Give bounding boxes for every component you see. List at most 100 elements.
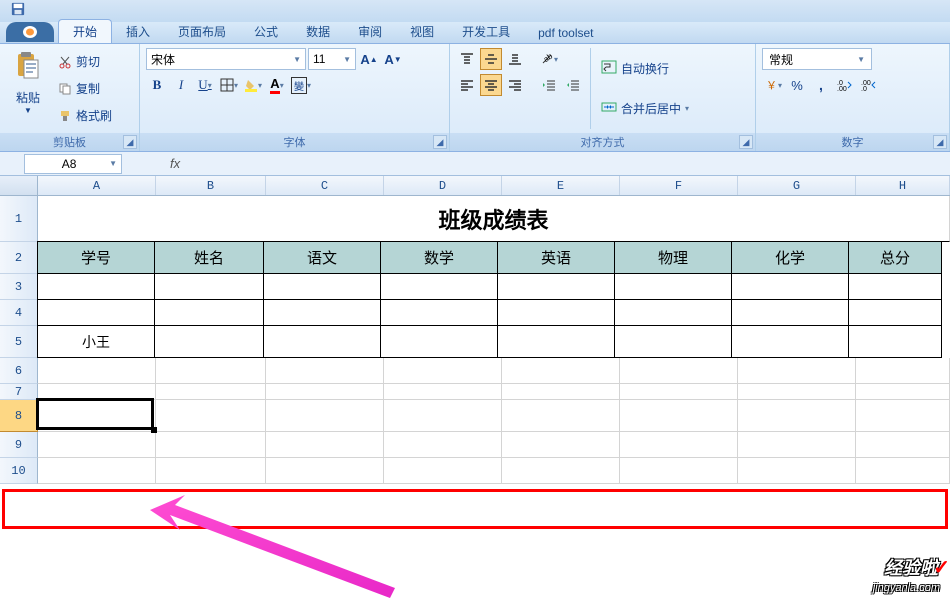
cell[interactable]: [154, 325, 264, 358]
paste-button[interactable]: 粘贴 ▼: [6, 48, 50, 129]
tab-view[interactable]: 视图: [396, 20, 448, 43]
col-header-f[interactable]: F: [620, 176, 738, 195]
cell[interactable]: 小王: [37, 325, 155, 358]
cell[interactable]: [738, 358, 856, 384]
cell[interactable]: [502, 384, 620, 400]
font-color-button[interactable]: A▾: [266, 74, 288, 96]
table-header[interactable]: 数学: [380, 241, 498, 274]
italic-button[interactable]: I: [170, 74, 192, 96]
cell[interactable]: [856, 400, 950, 432]
cell[interactable]: [614, 299, 732, 326]
cell[interactable]: [856, 384, 950, 400]
table-header[interactable]: 学号: [37, 241, 155, 274]
cell[interactable]: [497, 273, 615, 300]
cell[interactable]: [38, 432, 156, 458]
cell[interactable]: [738, 458, 856, 484]
cell[interactable]: [502, 432, 620, 458]
cell[interactable]: [37, 273, 155, 300]
align-right-button[interactable]: [504, 74, 526, 96]
table-header[interactable]: 总分: [848, 241, 942, 274]
cell[interactable]: [38, 384, 156, 400]
col-header-h[interactable]: H: [856, 176, 950, 195]
col-header-b[interactable]: B: [156, 176, 266, 195]
cell[interactable]: [614, 325, 732, 358]
cell[interactable]: [620, 358, 738, 384]
cell[interactable]: [37, 299, 155, 326]
cell[interactable]: [620, 458, 738, 484]
cell[interactable]: [738, 432, 856, 458]
row-header[interactable]: 10: [0, 458, 38, 484]
office-button[interactable]: [6, 22, 54, 42]
cell[interactable]: [266, 400, 384, 432]
format-painter-button[interactable]: 格式刷: [54, 105, 116, 126]
row-header[interactable]: 7: [0, 384, 38, 400]
orientation-button[interactable]: ab▾: [538, 48, 560, 70]
increase-indent-button[interactable]: [562, 74, 584, 96]
cell[interactable]: [156, 358, 266, 384]
table-header[interactable]: 英语: [497, 241, 615, 274]
align-middle-button[interactable]: [480, 48, 502, 70]
cell[interactable]: [154, 273, 264, 300]
col-header-a[interactable]: A: [38, 176, 156, 195]
cell[interactable]: [848, 299, 942, 326]
shrink-font-button[interactable]: A▼: [382, 48, 404, 70]
tab-insert[interactable]: 插入: [112, 20, 164, 43]
tab-home[interactable]: 开始: [58, 19, 112, 43]
cell[interactable]: [384, 400, 502, 432]
table-header[interactable]: 物理: [614, 241, 732, 274]
cell[interactable]: [266, 432, 384, 458]
cell[interactable]: [384, 358, 502, 384]
fill-color-button[interactable]: ▾: [242, 74, 264, 96]
sheet-title[interactable]: 班级成绩表: [38, 196, 950, 242]
row-header[interactable]: 8: [0, 400, 38, 432]
cells-grid[interactable]: 班级成绩表 学号 姓名 语文 数学 英语 物理 化学 总分: [38, 196, 950, 484]
row-header[interactable]: 6: [0, 358, 38, 384]
cell[interactable]: [856, 432, 950, 458]
decrease-indent-button[interactable]: [538, 74, 560, 96]
phonetic-button[interactable]: 變▾: [290, 74, 312, 96]
cell[interactable]: [497, 325, 615, 358]
fill-handle[interactable]: [151, 427, 157, 433]
cell[interactable]: [263, 299, 381, 326]
col-header-g[interactable]: G: [738, 176, 856, 195]
cell[interactable]: [384, 384, 502, 400]
save-button[interactable]: [0, 0, 36, 22]
cell[interactable]: [263, 273, 381, 300]
row-header[interactable]: 4: [0, 300, 38, 326]
decrease-decimal-button[interactable]: .00.0: [858, 74, 880, 96]
cell[interactable]: [856, 458, 950, 484]
cell[interactable]: [856, 358, 950, 384]
cell[interactable]: [38, 400, 156, 432]
borders-button[interactable]: ▾: [218, 74, 240, 96]
cell[interactable]: [156, 400, 266, 432]
cell[interactable]: [156, 432, 266, 458]
cell[interactable]: [502, 400, 620, 432]
col-header-c[interactable]: C: [266, 176, 384, 195]
cell[interactable]: [731, 299, 849, 326]
cell[interactable]: [614, 273, 732, 300]
align-left-button[interactable]: [456, 74, 478, 96]
cut-button[interactable]: 剪切: [54, 51, 116, 72]
fx-icon[interactable]: fx: [170, 156, 180, 171]
cell[interactable]: [848, 273, 942, 300]
name-box[interactable]: A8▼: [24, 154, 122, 174]
tab-data[interactable]: 数据: [292, 20, 344, 43]
font-launcher[interactable]: ◢: [433, 135, 447, 149]
cell[interactable]: [848, 325, 942, 358]
cell[interactable]: [38, 358, 156, 384]
merge-center-button[interactable]: 合并后居中▾: [597, 98, 693, 119]
clipboard-launcher[interactable]: ◢: [123, 135, 137, 149]
number-format-dropdown[interactable]: 常规▼: [762, 48, 872, 70]
row-header[interactable]: 9: [0, 432, 38, 458]
alignment-launcher[interactable]: ◢: [739, 135, 753, 149]
cell[interactable]: [384, 458, 502, 484]
cell[interactable]: [263, 325, 381, 358]
grow-font-button[interactable]: A▲: [358, 48, 380, 70]
row-header[interactable]: 5: [0, 326, 38, 358]
cell[interactable]: [497, 299, 615, 326]
table-header[interactable]: 姓名: [154, 241, 264, 274]
cell[interactable]: [620, 432, 738, 458]
cell[interactable]: [384, 432, 502, 458]
tab-pdf-toolset[interactable]: pdf toolset: [524, 23, 607, 43]
cell[interactable]: [502, 358, 620, 384]
